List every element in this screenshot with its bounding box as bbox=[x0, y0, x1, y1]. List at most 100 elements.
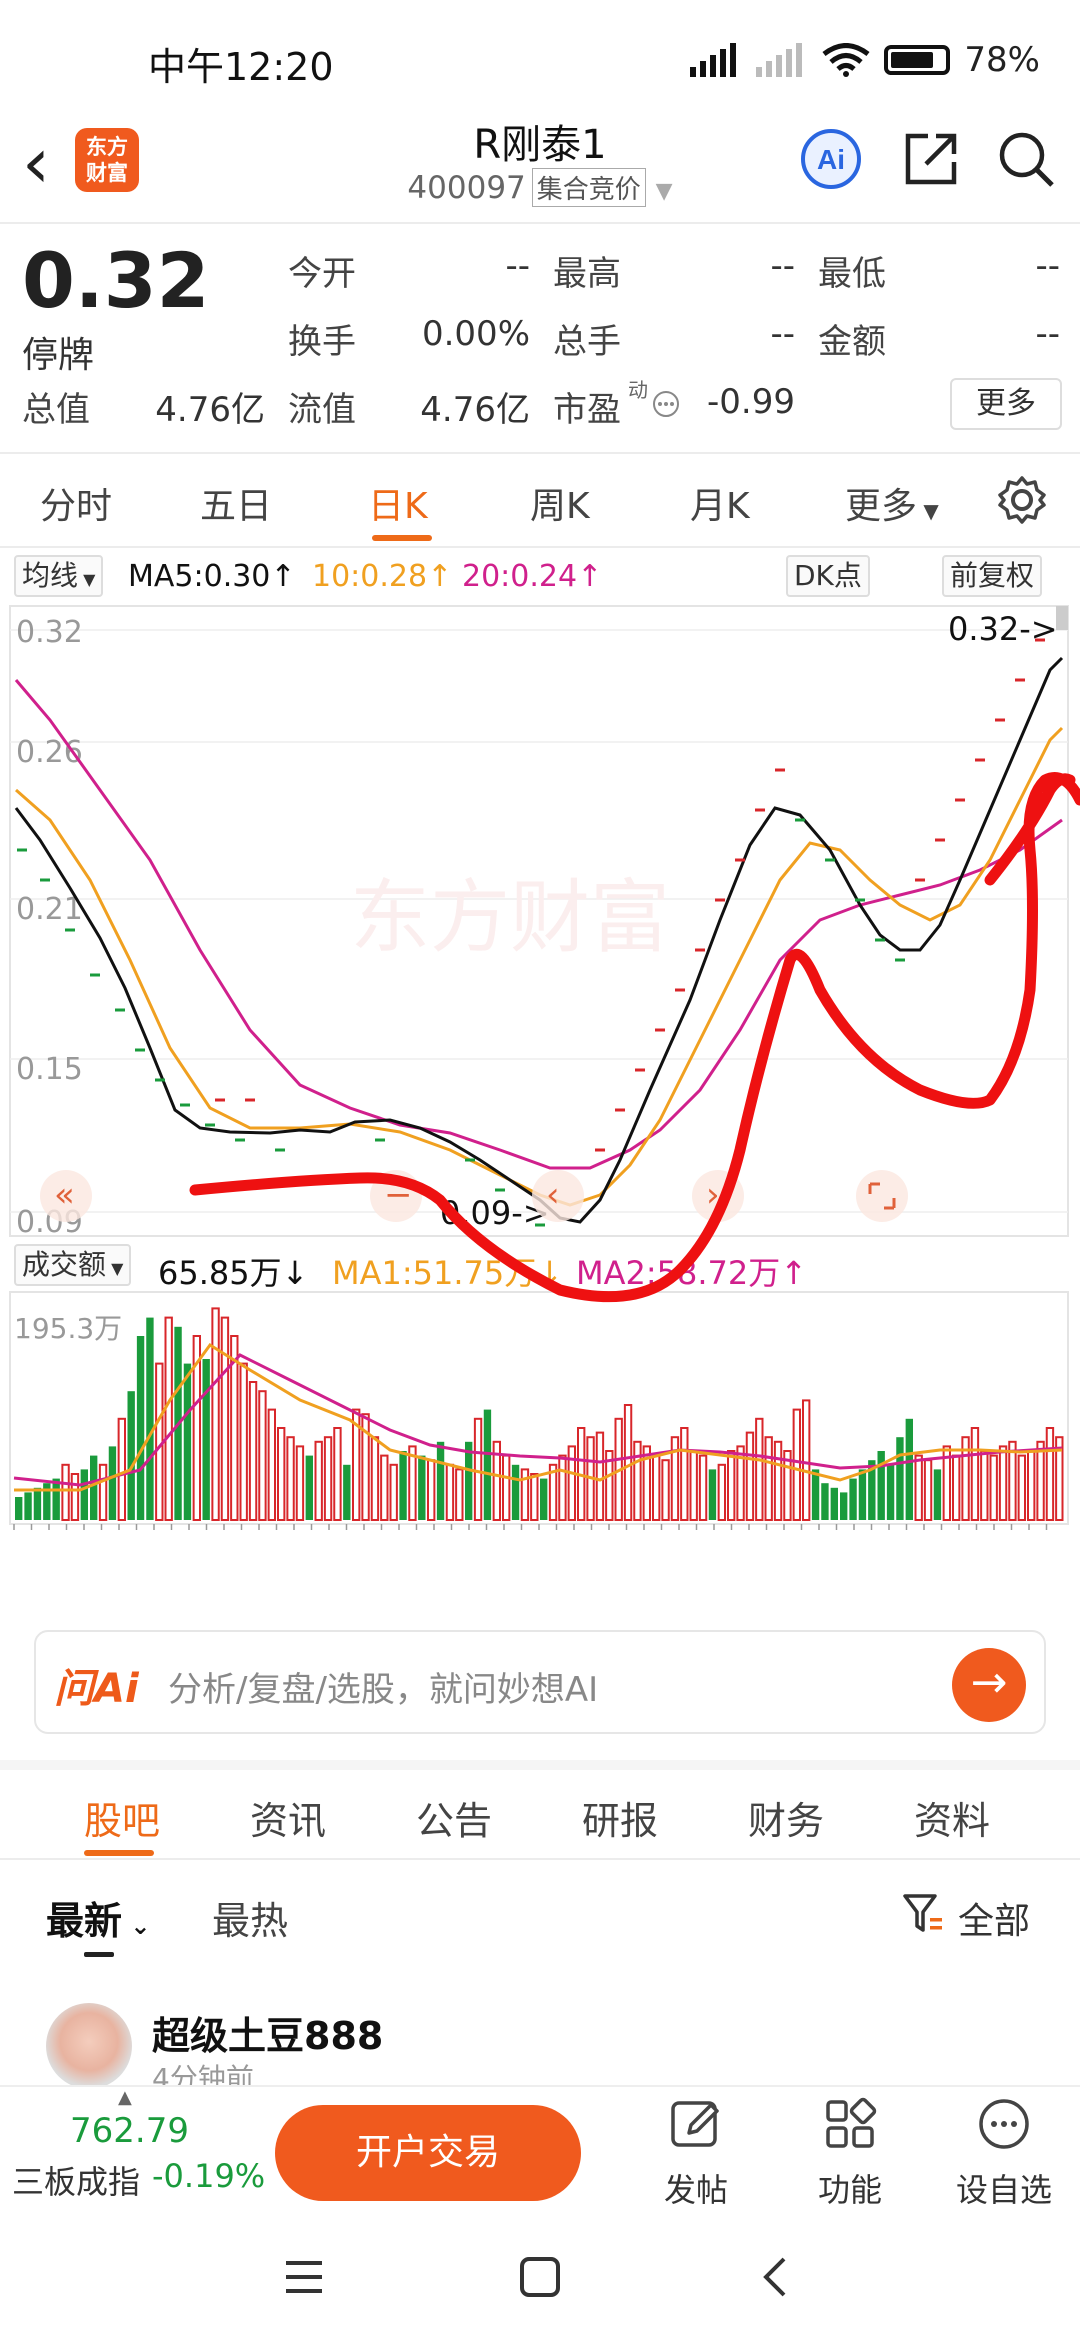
search-icon[interactable] bbox=[995, 128, 1057, 190]
volume-bar bbox=[136, 1336, 145, 1520]
tab-five-day[interactable]: 五日 bbox=[200, 477, 272, 529]
tab-announcements[interactable]: 公告 bbox=[416, 1790, 492, 1845]
ma20-value-text: 20:0.24 bbox=[462, 559, 578, 594]
volume-bar bbox=[239, 1362, 248, 1521]
volume-bar bbox=[202, 1359, 210, 1520]
tab-finance[interactable]: 财务 bbox=[748, 1790, 824, 1845]
adjust-select[interactable]: 前复权 bbox=[942, 555, 1043, 597]
home-icon[interactable] bbox=[516, 2253, 564, 2301]
index-expand-icon[interactable]: ▲ bbox=[118, 2087, 132, 2108]
pe-label: 市盈 bbox=[553, 390, 621, 430]
pe-dynamic-mark: 动 bbox=[628, 378, 648, 402]
tab-more[interactable]: 更多 ▼ bbox=[845, 477, 939, 529]
post-author[interactable]: 超级土豆888 bbox=[152, 2005, 383, 2060]
open-value: -- bbox=[505, 246, 530, 286]
pe-value: -0.99 bbox=[707, 382, 795, 422]
settings-gear-icon[interactable] bbox=[997, 475, 1047, 525]
battery-level: 78% bbox=[964, 40, 1040, 80]
volume-bar bbox=[323, 1436, 333, 1521]
sort-newest[interactable]: 最新 ⌄ bbox=[46, 1890, 150, 1945]
volume-bar bbox=[661, 1459, 670, 1521]
sort-hottest[interactable]: 最热 bbox=[212, 1890, 288, 1945]
ai-submit-arrow-icon[interactable]: → bbox=[952, 1648, 1026, 1722]
ma5-value: MA5:0.30↑ bbox=[128, 559, 296, 594]
fullscreen-button[interactable] bbox=[856, 1170, 908, 1222]
tab-weekly-k[interactable]: 周K bbox=[530, 477, 590, 529]
post-item[interactable]: 超级土豆888 4分钟前 bbox=[0, 1995, 1080, 2095]
volume-bar bbox=[633, 1440, 642, 1522]
float-mv-value: 4.76亿 bbox=[420, 390, 530, 430]
ai-search-bar[interactable]: 问Ai 分析/复盘/选股，就问妙想AI → bbox=[34, 1630, 1046, 1734]
filter-icon[interactable] bbox=[902, 1892, 944, 1936]
tab-profile[interactable]: 资料 bbox=[914, 1790, 990, 1845]
add-watchlist-button[interactable]: 设自选 bbox=[944, 2095, 1064, 2211]
volume-bar bbox=[680, 1427, 689, 1521]
price-axis-tick: 0.32 bbox=[16, 615, 83, 650]
tab-news[interactable]: 资讯 bbox=[250, 1790, 326, 1845]
volume-bar bbox=[445, 1463, 455, 1522]
indicator-select[interactable]: 均线 ▼ bbox=[14, 555, 104, 597]
volume-bar bbox=[483, 1409, 492, 1520]
volume-bar bbox=[689, 1450, 698, 1521]
volume-bar bbox=[286, 1436, 295, 1521]
index-value[interactable]: 762.79 bbox=[70, 2111, 189, 2151]
index-name[interactable]: 三板成指 bbox=[12, 2157, 140, 2203]
ai-assistant-icon[interactable]: Ai bbox=[800, 128, 862, 190]
battery-icon bbox=[884, 45, 951, 75]
status-icons: 78% bbox=[690, 40, 1040, 80]
volume-bar bbox=[314, 1440, 323, 1522]
ma20-up-arrow: ↑ bbox=[577, 559, 603, 594]
price-axis-tick: 0.21 bbox=[16, 892, 83, 927]
ma10-value: 10:0.28↑ bbox=[312, 559, 452, 594]
dk-point-button[interactable]: DK点 bbox=[786, 555, 870, 597]
tab-monthly-k[interactable]: 月K bbox=[690, 477, 750, 529]
volume-bar bbox=[773, 1440, 783, 1522]
sort-underline bbox=[84, 1952, 114, 1957]
float-mv-label: 流值 bbox=[288, 390, 356, 430]
open-account-trade-button[interactable]: 开户交易 bbox=[275, 2105, 581, 2201]
share-icon[interactable] bbox=[900, 128, 962, 190]
ma10-line bbox=[15, 726, 1064, 1207]
tab-research[interactable]: 研报 bbox=[582, 1790, 658, 1845]
trading-mode-tag: 集合竞价 bbox=[531, 168, 646, 207]
sort-newest-label: 最新 bbox=[46, 1899, 123, 1943]
volume-bar bbox=[127, 1391, 135, 1520]
menu-icon[interactable] bbox=[280, 2253, 328, 2301]
hand-drawn-annotation bbox=[189, 772, 1080, 1303]
volume-bar bbox=[333, 1427, 342, 1521]
ai-search-input[interactable]: 分析/复盘/选股，就问妙想AI bbox=[168, 1662, 598, 1711]
volume-bar bbox=[343, 1464, 351, 1520]
chevron-down-icon: ⌄ bbox=[122, 1912, 151, 1940]
post-button[interactable]: 发帖 bbox=[636, 2095, 756, 2211]
indicator-select-label: 均线 bbox=[22, 559, 79, 592]
volume-bar bbox=[623, 1404, 633, 1521]
low-label: 最低 bbox=[818, 254, 886, 294]
volume-bar bbox=[540, 1478, 548, 1520]
kline-chart[interactable]: 0.320.260.210.150.09东方财富0.32->0.09->« − ‹ ›… bbox=[0, 600, 1080, 1540]
volume-bar bbox=[248, 1381, 258, 1521]
volume-bar bbox=[98, 1463, 108, 1522]
volume-bar bbox=[155, 1362, 164, 1521]
volume-bar bbox=[436, 1441, 445, 1520]
volume-bar bbox=[840, 1492, 848, 1520]
volume-bar bbox=[183, 1363, 192, 1520]
chart-watermark: 东方财富 bbox=[350, 871, 670, 964]
back-nav-icon[interactable] bbox=[752, 2253, 800, 2301]
price-axis-tick: 0.15 bbox=[16, 1052, 83, 1087]
tab-daily-k[interactable]: 日K bbox=[368, 477, 428, 529]
post-label: 发帖 bbox=[663, 2171, 728, 2209]
filter-all[interactable]: 全部 bbox=[958, 1892, 1030, 1944]
more-dots-icon[interactable] bbox=[652, 390, 680, 418]
tab-guba[interactable]: 股吧 bbox=[84, 1790, 160, 1845]
more-button[interactable]: 更多 bbox=[950, 378, 1062, 430]
volume-bar bbox=[886, 1464, 895, 1520]
function-button[interactable]: 功能 bbox=[790, 2095, 910, 2211]
volume-bar bbox=[277, 1427, 286, 1521]
ma5-up-arrow: ↑ bbox=[270, 559, 296, 594]
volume-bar bbox=[427, 1459, 436, 1521]
tab-intraday[interactable]: 分时 bbox=[40, 477, 112, 529]
avatar[interactable] bbox=[46, 2003, 132, 2089]
grid-apps-icon bbox=[826, 2097, 877, 2148]
volume-bar bbox=[558, 1454, 567, 1521]
quote-divider bbox=[0, 452, 1080, 454]
